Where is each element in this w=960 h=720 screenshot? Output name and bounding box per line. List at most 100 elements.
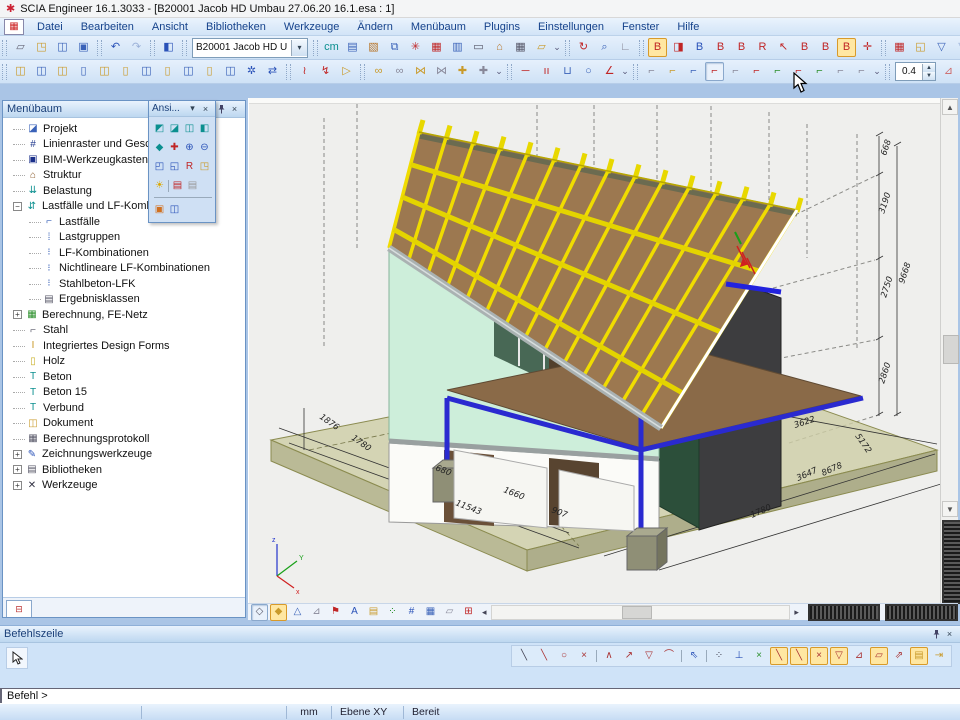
units-cm-icon[interactable]: cm xyxy=(322,38,341,57)
profile-2-icon[interactable]: ⌐ xyxy=(663,62,682,81)
scroll-down-icon[interactable]: ▼ xyxy=(942,501,958,517)
opening-icon[interactable]: ▯ xyxy=(158,62,177,81)
loadcase-b-icon[interactable]: B xyxy=(732,38,751,57)
collapse-icon[interactable]: − xyxy=(13,202,22,211)
loadcase-check-icon[interactable]: B xyxy=(795,38,814,57)
line-red-icon[interactable]: ─ xyxy=(516,62,535,81)
volumes-icon[interactable]: △ xyxy=(289,604,306,621)
tree-item-nichtlineare-lf-kombinationen[interactable]: ⁝Nichtlineare LF-Kombinationen xyxy=(5,261,245,277)
filter-off-icon[interactable]: ▽ xyxy=(953,38,960,57)
flag-icon[interactable]: ⚑ xyxy=(327,604,344,621)
expand-icon[interactable]: + xyxy=(13,450,22,459)
tree-item-integriertes-design-forms[interactable]: ⅠIntegriertes Design Forms xyxy=(5,338,245,354)
tree-item-beton[interactable]: TBeton xyxy=(5,369,245,385)
lightning-icon[interactable]: ↯ xyxy=(316,62,335,81)
gallery-icon[interactable]: ▤ xyxy=(343,38,362,57)
snap-peak-icon[interactable]: ∧ xyxy=(600,647,618,665)
view-axo-icon[interactable]: ◧ xyxy=(197,121,212,136)
snap-angle-icon[interactable]: ⊿ xyxy=(850,647,868,665)
table-view-icon[interactable]: ▦ xyxy=(422,604,439,621)
support-icon[interactable]: ◫ xyxy=(221,62,240,81)
snap-endpoint-icon[interactable]: ╲ xyxy=(515,647,533,665)
status-unit[interactable]: mm xyxy=(287,706,332,719)
loadcase-edit-icon[interactable]: B xyxy=(711,38,730,57)
flag-yellow-icon[interactable]: ▷ xyxy=(337,62,356,81)
project-selector[interactable]: B20001 Jacob HD U▾ xyxy=(192,38,308,58)
camera-icon[interactable]: ▤ xyxy=(170,178,185,193)
save-all-icon[interactable]: ◫ xyxy=(53,38,72,57)
loadcase-window-icon[interactable]: ◨ xyxy=(669,38,688,57)
zoom-out-icon[interactable]: ⊖ xyxy=(197,140,212,155)
overflow-chevron-icon[interactable]: ⌄ xyxy=(620,66,630,77)
overflow-chevron-icon[interactable]: ⌄ xyxy=(552,42,562,53)
snap-table-icon[interactable]: ▤ xyxy=(910,647,928,665)
tree-item-stahlbeton-lfk[interactable]: ⁝Stahlbeton-LFK xyxy=(5,276,245,292)
beam-icon[interactable]: ◫ xyxy=(32,62,51,81)
menu-ansicht[interactable]: Ansicht xyxy=(143,19,197,35)
tree-item-lf-kombinationen[interactable]: ⁝LF-Kombinationen xyxy=(5,245,245,261)
connect-icon[interactable]: ≀ xyxy=(295,62,314,81)
snap-cross-icon[interactable]: × xyxy=(810,647,828,665)
search-icon[interactable]: ⌕ xyxy=(595,38,614,57)
tree-item-lastgruppen[interactable]: ⁞Lastgruppen xyxy=(5,230,245,246)
profile-6-icon[interactable]: ⌐ xyxy=(747,62,766,81)
profile-4-icon[interactable]: ⌐ xyxy=(705,62,724,81)
snap-line-2-icon[interactable]: ╲ xyxy=(790,647,808,665)
camera-off-icon[interactable]: ▤ xyxy=(185,178,200,193)
profile-11-icon[interactable]: ⌐ xyxy=(852,62,871,81)
join2-icon[interactable]: ⋈ xyxy=(432,62,451,81)
engineering-report-icon[interactable]: ⌂ xyxy=(490,38,509,57)
document-icon[interactable]: ▱ xyxy=(532,38,551,57)
status-plane[interactable]: Ebene XY xyxy=(332,706,404,719)
pin-icon[interactable] xyxy=(215,103,228,115)
expand-icon[interactable]: + xyxy=(13,481,22,490)
expand-icon[interactable]: + xyxy=(13,310,22,319)
rotate-wheel-vertical[interactable] xyxy=(942,520,960,604)
scroll-left-icon[interactable]: ◂ xyxy=(478,605,491,620)
spin-up-icon[interactable]: ▲ xyxy=(923,64,935,72)
scroll-right-icon[interactable]: ▸ xyxy=(790,605,803,620)
swap-icon[interactable]: ⇄ xyxy=(263,62,282,81)
snap-poly-icon[interactable]: ▱ xyxy=(870,647,888,665)
move-icon[interactable]: ✚ xyxy=(453,62,472,81)
tree-item-holz[interactable]: ▯Holz xyxy=(5,354,245,370)
snap-intersection-icon[interactable]: × xyxy=(575,647,593,665)
open-icon[interactable]: ◳ xyxy=(32,38,51,57)
snap-arc-icon[interactable]: ⌒ xyxy=(660,647,678,665)
menu-einstellungen[interactable]: Einstellungen xyxy=(529,19,613,35)
numbering-icon[interactable]: # xyxy=(403,604,420,621)
shaded-view-icon[interactable]: ◆ xyxy=(270,604,287,621)
menu-hilfe[interactable]: Hilfe xyxy=(668,19,708,35)
tree-item-stahl[interactable]: ⌐Stahl xyxy=(5,323,245,339)
loadcase-add-icon[interactable]: B xyxy=(690,38,709,57)
angle-icon[interactable]: ∠ xyxy=(600,62,619,81)
pair-gray-icon[interactable]: ∞ xyxy=(390,62,409,81)
menu-fenster[interactable]: Fenster xyxy=(613,19,668,35)
column-icon[interactable]: ◫ xyxy=(11,62,30,81)
calculator-icon[interactable]: ▦ xyxy=(511,38,530,57)
scale-spinner[interactable]: 0.4▲▼ xyxy=(895,62,936,81)
profile-3-icon[interactable]: ⌐ xyxy=(684,62,703,81)
zoom-selection-icon[interactable]: ◱ xyxy=(167,159,182,174)
doc-view-icon[interactable]: ▱ xyxy=(441,604,458,621)
menu-bibliotheken[interactable]: Bibliotheken xyxy=(197,19,275,35)
circle-icon[interactable]: ○ xyxy=(579,62,598,81)
loadcase-icon[interactable]: B xyxy=(648,38,667,57)
wire-view-icon[interactable]: ◇ xyxy=(251,604,268,621)
undo-icon[interactable]: ↶ xyxy=(106,38,125,57)
snap-midpoint-icon[interactable]: ╲ xyxy=(535,647,553,665)
axes-icon[interactable]: ✚ xyxy=(167,140,182,155)
polyline-icon[interactable]: ⊔ xyxy=(558,62,577,81)
view-side-icon[interactable]: ◫ xyxy=(182,121,197,136)
sidebar-tab-tree[interactable]: ⊟ xyxy=(6,600,32,617)
snap-calc-icon[interactable]: ⇥ xyxy=(930,647,948,665)
tree-item-dokument[interactable]: ◫Dokument xyxy=(5,416,245,432)
app-menu-icon[interactable]: ▦ xyxy=(4,19,24,35)
node-icon[interactable]: ◫ xyxy=(179,62,198,81)
measure-icon[interactable]: ∟ xyxy=(616,38,635,57)
filter-icon[interactable]: ▽ xyxy=(932,38,951,57)
plate-icon[interactable]: ▯ xyxy=(74,62,93,81)
menu-werkzeuge[interactable]: Werkzeuge xyxy=(275,19,348,35)
menu-menbaum[interactable]: Menübaum xyxy=(402,19,475,35)
loadcase-r-icon[interactable]: R xyxy=(753,38,772,57)
